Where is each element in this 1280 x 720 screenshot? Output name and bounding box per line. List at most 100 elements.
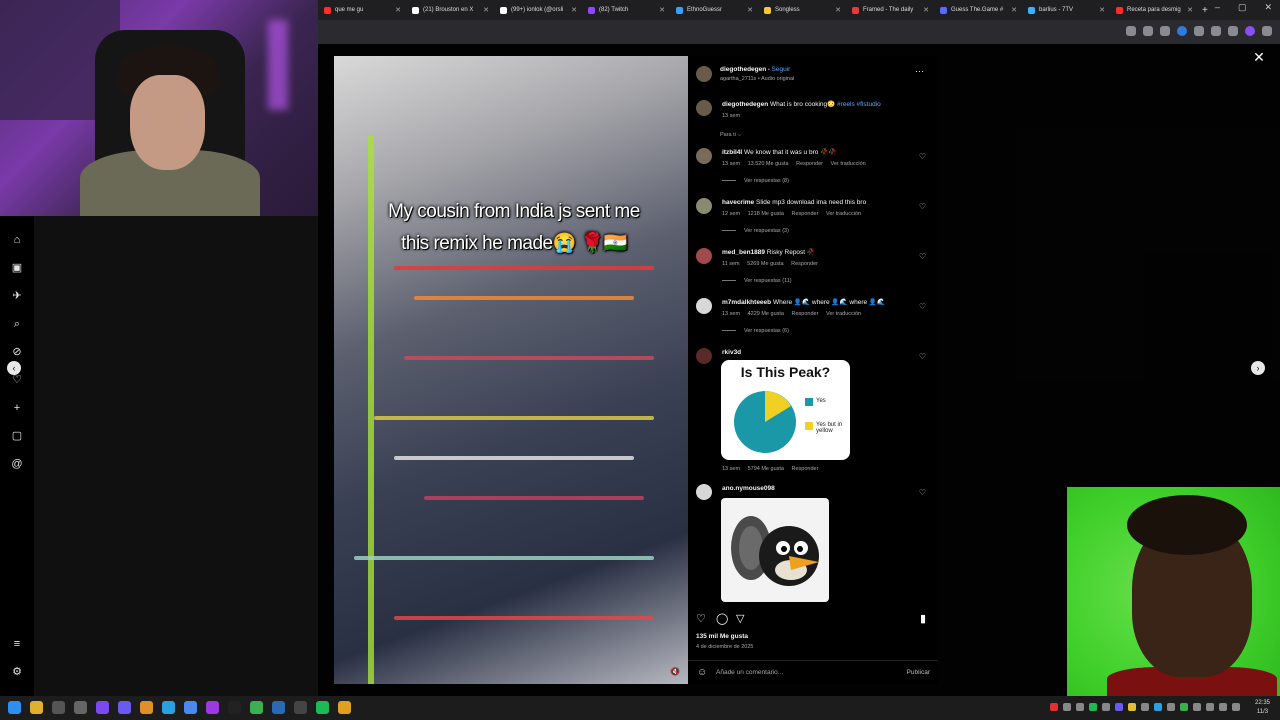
like-comment-icon[interactable]: ♡ <box>919 252 926 261</box>
new-tab-button[interactable]: + <box>1202 5 1208 16</box>
reel-video[interactable]: My cousin from India js sent me this rem… <box>334 56 688 684</box>
browser-tab[interactable]: Framed - The daily ✕ <box>846 0 934 20</box>
windows-start-icon[interactable] <box>8 701 21 714</box>
menu-icon[interactable] <box>1262 26 1272 36</box>
like-icon[interactable]: ♡ <box>696 612 706 625</box>
view-replies-button[interactable]: Ver respuestas (8) <box>722 178 789 184</box>
tray-icon[interactable] <box>1102 703 1110 711</box>
like-comment-icon[interactable]: ♡ <box>919 302 926 311</box>
share-icon[interactable]: ▽ <box>736 612 744 625</box>
spotify-icon[interactable] <box>316 701 329 714</box>
comment-likes[interactable]: 5794 Me gusta <box>748 466 784 472</box>
mute-icon[interactable]: 🔇 <box>670 667 680 676</box>
comment-username[interactable]: ano.nymouse098 <box>722 485 775 492</box>
reply-button[interactable]: Responder <box>792 311 819 317</box>
tab-close-icon[interactable]: ✕ <box>1187 6 1193 14</box>
app-icon[interactable] <box>272 701 285 714</box>
next-post-button[interactable]: › <box>1251 361 1265 375</box>
comment-username[interactable]: havecrime <box>722 199 754 206</box>
menu-icon[interactable]: ≡ <box>11 638 23 650</box>
avatar[interactable] <box>696 198 712 214</box>
browser-tab[interactable]: (21) Brouston en X ✕ <box>406 0 494 20</box>
tray-icon[interactable] <box>1128 703 1136 711</box>
tray-icon[interactable] <box>1141 703 1149 711</box>
save-icon[interactable]: ▮ <box>920 612 926 625</box>
comment-likes[interactable]: 1218 Me gusta <box>748 211 784 217</box>
profile-icon[interactable] <box>1245 26 1255 36</box>
like-comment-icon[interactable]: ♡ <box>919 202 926 211</box>
view-replies-button[interactable]: Ver respuestas (6) <box>722 328 789 334</box>
comment-likes[interactable]: 5269 Me gusta <box>747 261 783 267</box>
tab-close-icon[interactable]: ✕ <box>571 6 577 14</box>
search-icon[interactable] <box>30 701 43 714</box>
like-comment-icon[interactable]: ♡ <box>919 152 926 161</box>
browser-tab[interactable]: barlius - 7TV ✕ <box>1022 0 1110 20</box>
previous-post-button[interactable]: ‹ <box>7 361 21 375</box>
tray-icon[interactable] <box>1167 703 1175 711</box>
browser-tab[interactable]: EthnoGuessr ✕ <box>670 0 758 20</box>
avatar[interactable] <box>696 298 712 314</box>
tab-close-icon[interactable]: ✕ <box>659 6 665 14</box>
comment-username[interactable]: itzbil4l <box>722 149 742 156</box>
avatar[interactable] <box>696 248 712 264</box>
translate-button[interactable]: Ver traducción <box>831 161 866 167</box>
like-count[interactable]: 135 mil Me gusta <box>696 633 748 640</box>
threads-icon[interactable]: @ <box>11 458 23 470</box>
tab-close-icon[interactable]: ✕ <box>1099 6 1105 14</box>
comment-username[interactable]: m7mdalkhteeeb <box>722 299 771 306</box>
search-icon[interactable]: ⌕ <box>11 318 23 330</box>
messages-icon[interactable]: ✈ <box>11 290 23 302</box>
avatar[interactable] <box>696 100 712 116</box>
follow-button[interactable]: Seguir <box>772 66 791 73</box>
minimize-button[interactable]: – <box>1215 2 1220 13</box>
reply-button[interactable]: Responder <box>792 466 819 472</box>
app-icon[interactable] <box>118 701 131 714</box>
tab-close-icon[interactable]: ✕ <box>483 6 489 14</box>
avatar[interactable] <box>696 348 712 364</box>
reply-button[interactable]: Responder <box>791 261 818 267</box>
app-icon[interactable] <box>96 701 109 714</box>
tray-icon[interactable] <box>1232 703 1240 711</box>
puzzle-icon[interactable] <box>1194 26 1204 36</box>
app-icon[interactable] <box>228 701 241 714</box>
browser-tab[interactable]: (99+) ionlok (@orsli ✕ <box>494 0 582 20</box>
caption-author[interactable]: diegothedegen <box>722 101 768 108</box>
tray-icon[interactable] <box>1076 703 1084 711</box>
app-icon[interactable] <box>206 701 219 714</box>
avatar[interactable] <box>696 66 712 82</box>
tray-icon[interactable] <box>1206 703 1214 711</box>
app-icon[interactable] <box>184 701 197 714</box>
home-icon[interactable]: ⌂ <box>11 234 23 246</box>
chrome-icon[interactable] <box>338 701 351 714</box>
comment-username[interactable]: med_ben1889 <box>722 249 765 256</box>
tray-icon[interactable] <box>1050 703 1058 711</box>
author-username[interactable]: diegothedegen <box>720 66 766 73</box>
translate-button[interactable]: Ver traducción <box>826 311 861 317</box>
browser-tab[interactable]: que me gu ✕ <box>318 0 406 20</box>
address-bar[interactable] <box>318 20 1280 44</box>
view-replies-button[interactable]: Ver respuestas (3) <box>722 228 789 234</box>
maximize-button[interactable]: ▢ <box>1238 2 1247 13</box>
tray-icon[interactable] <box>1193 703 1201 711</box>
more-options-icon[interactable]: ⋯ <box>915 66 924 77</box>
view-replies-button[interactable]: Ver respuestas (11) <box>722 278 792 284</box>
reply-button[interactable]: Responder <box>792 211 819 217</box>
app-icon[interactable] <box>294 701 307 714</box>
browser-tab[interactable]: Receta para desmig ✕ <box>1110 0 1198 20</box>
tray-icon[interactable] <box>1219 703 1227 711</box>
reply-button[interactable]: Responder <box>796 161 823 167</box>
tab-close-icon[interactable]: ✕ <box>835 6 841 14</box>
comment-username[interactable]: rkiv3d <box>722 349 741 356</box>
browser-tab[interactable]: Songless ✕ <box>758 0 846 20</box>
sidebar-icon[interactable] <box>1228 26 1238 36</box>
app-icon[interactable] <box>250 701 263 714</box>
tab-close-icon[interactable]: ✕ <box>923 6 929 14</box>
extension-icon[interactable] <box>1160 26 1170 36</box>
profile-icon[interactable]: ▢ <box>11 430 23 442</box>
clock[interactable]: 22:35 11/3 <box>1255 699 1270 717</box>
like-comment-icon[interactable]: ♡ <box>919 488 926 497</box>
notifications-icon[interactable]: ♡ <box>11 374 23 386</box>
emoji-icon[interactable]: ☺ <box>697 667 707 678</box>
close-modal-button[interactable]: ✕ <box>1252 50 1266 64</box>
like-comment-icon[interactable]: ♡ <box>919 352 926 361</box>
